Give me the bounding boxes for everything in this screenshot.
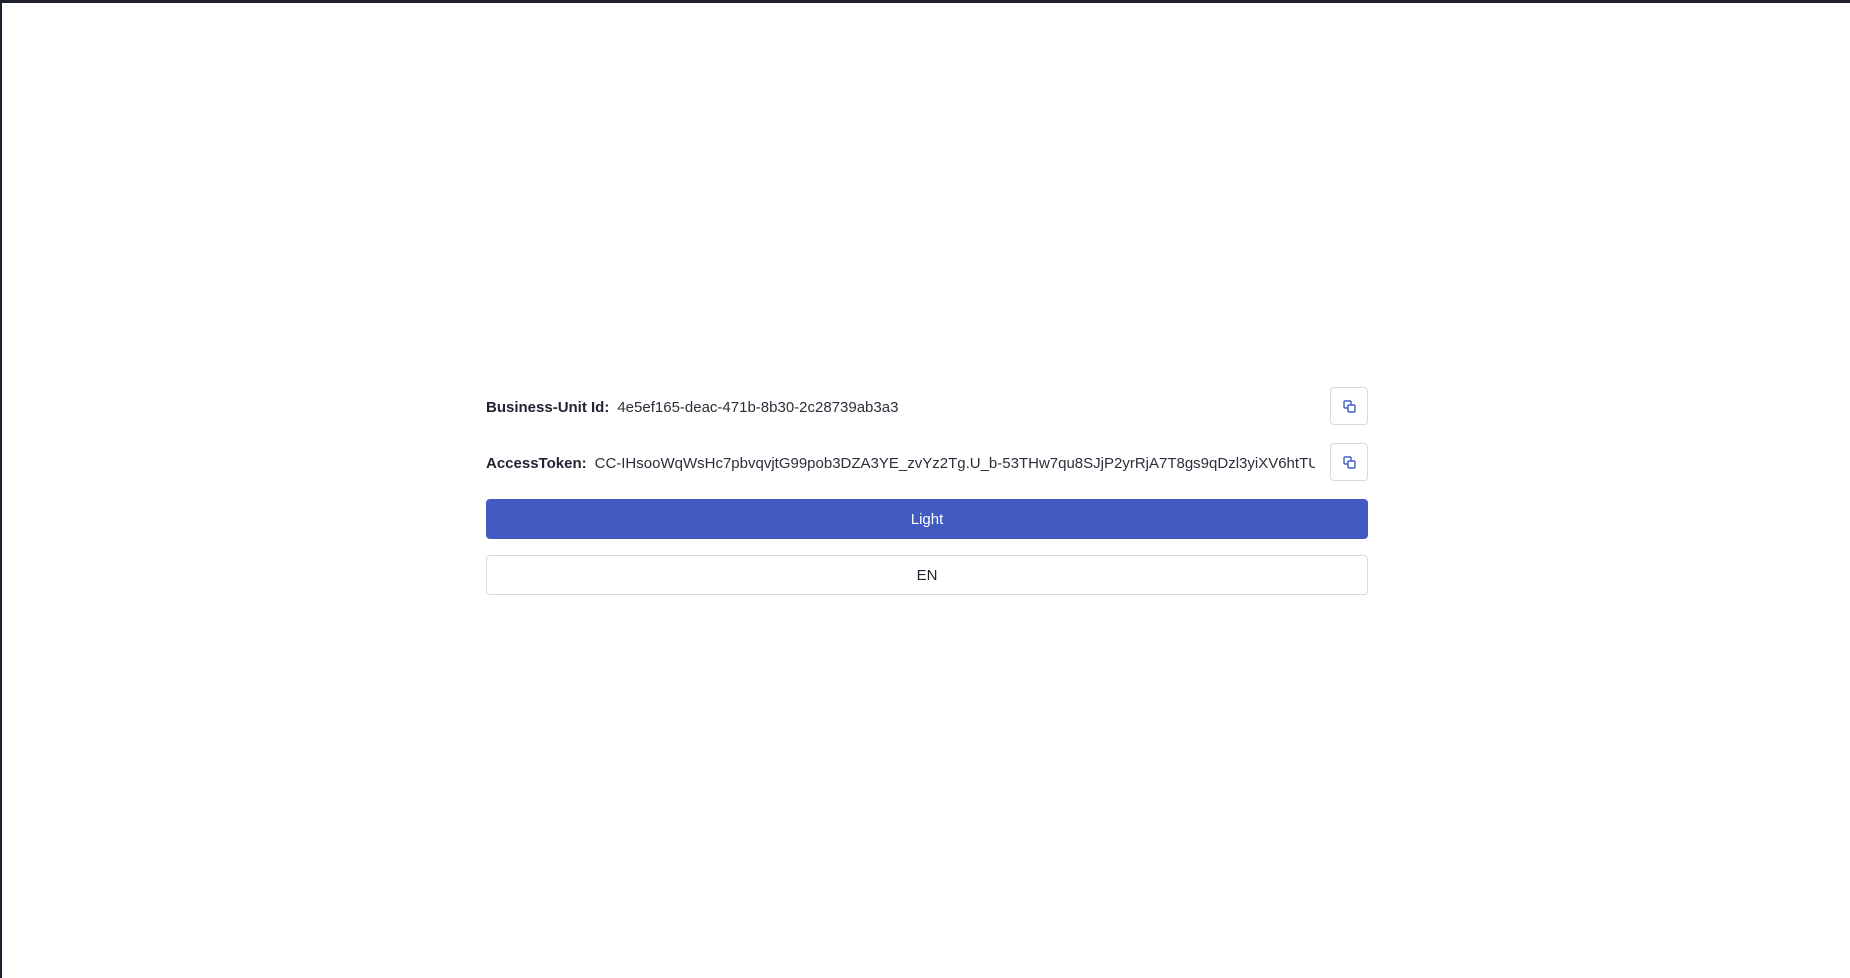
language-toggle-button[interactable]: EN — [486, 555, 1368, 595]
settings-panel: Business-Unit Id: 4e5ef165-deac-471b-8b3… — [486, 387, 1368, 595]
copy-business-unit-button[interactable] — [1330, 387, 1368, 425]
copy-access-token-button[interactable] — [1330, 443, 1368, 481]
access-token-label: AccessToken: — [486, 454, 587, 472]
business-unit-row: Business-Unit Id: 4e5ef165-deac-471b-8b3… — [486, 387, 1368, 427]
copy-icon — [1342, 399, 1356, 413]
access-token-value: CC-IHsooWqWsHc7pbvqvjtG99pob3DZA3YE_zvYz… — [594, 454, 1315, 472]
access-token-row: AccessToken: CC-IHsooWqWsHc7pbvqvjtG99po… — [486, 443, 1368, 483]
business-unit-label: Business-Unit Id: — [486, 398, 610, 416]
copy-icon — [1342, 455, 1356, 469]
business-unit-value: 4e5ef165-deac-471b-8b30-2c28739ab3a3 — [617, 398, 899, 416]
app-viewport: Business-Unit Id: 4e5ef165-deac-471b-8b3… — [2, 3, 1850, 978]
theme-toggle-button[interactable]: Light — [486, 499, 1368, 539]
